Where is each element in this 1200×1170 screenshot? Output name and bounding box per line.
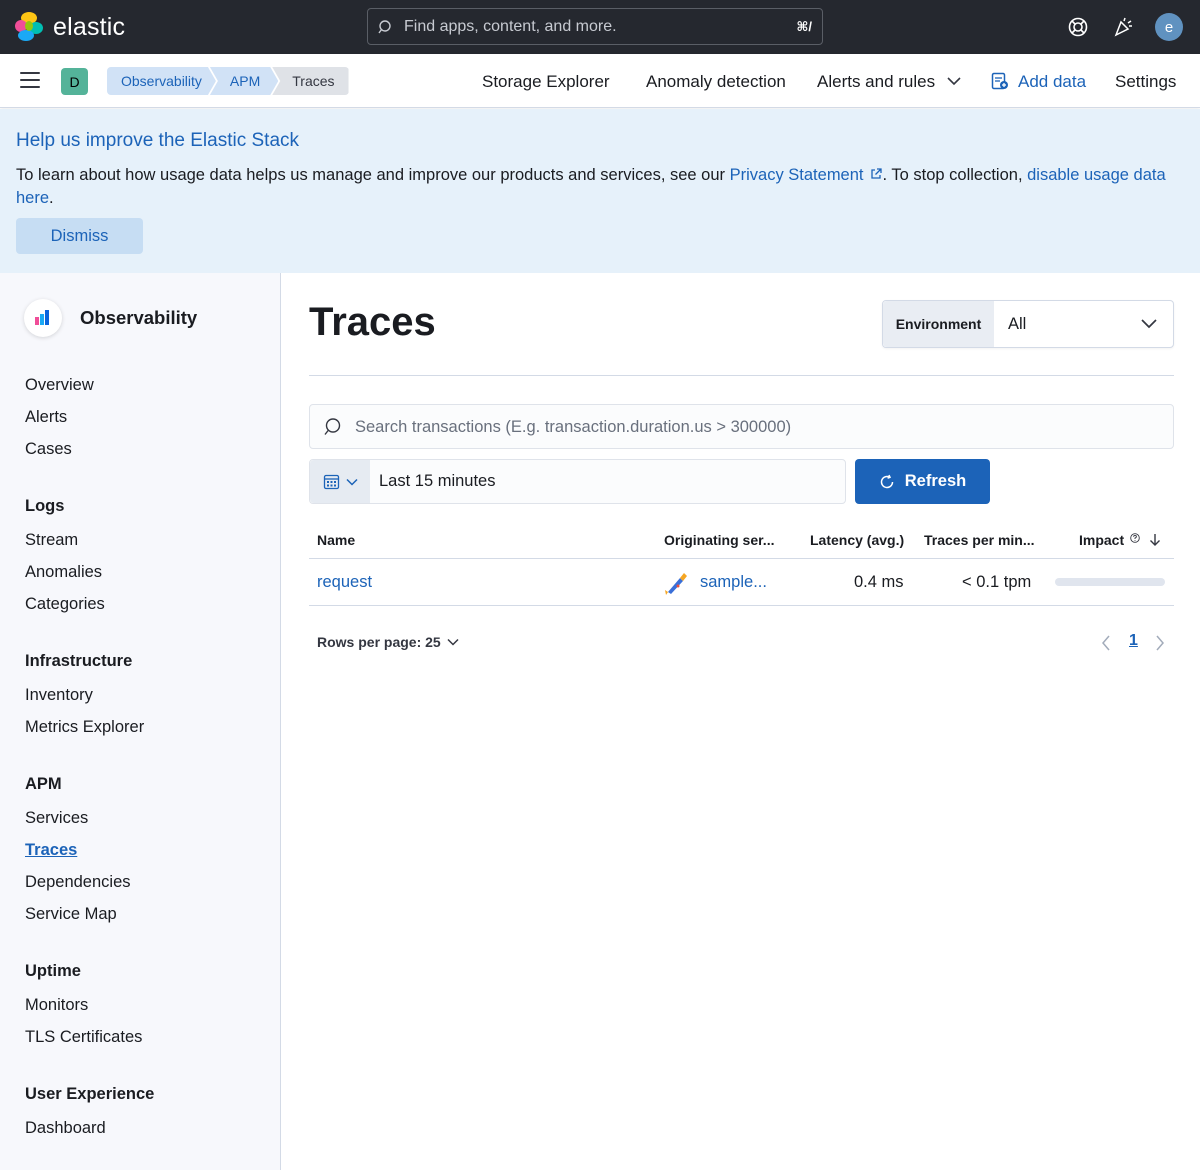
quick-select-button[interactable] — [310, 460, 370, 503]
chevron-down-icon — [345, 478, 358, 486]
elastic-logo-icon — [15, 12, 45, 42]
secondary-nav: D Observability APM Traces Storage Explo… — [0, 54, 1200, 108]
chevron-down-icon[interactable] — [947, 76, 961, 86]
chevron-down-icon — [447, 638, 459, 646]
time-range-value[interactable]: Last 15 minutes — [379, 472, 495, 491]
title-divider — [309, 375, 1174, 376]
external-link-icon — [870, 168, 882, 179]
sidebar-item-dependencies[interactable]: Dependencies — [25, 873, 131, 892]
sidebar-item-inventory[interactable]: Inventory — [25, 686, 93, 705]
date-picker[interactable]: Last 15 minutes — [309, 459, 846, 504]
column-header-traces-per-minute[interactable]: Traces per min... — [924, 532, 1035, 548]
observability-logo-icon — [24, 299, 62, 337]
breadcrumb-observability[interactable]: Observability — [107, 67, 216, 95]
rows-per-page-label: Rows per page: 25 — [317, 634, 441, 650]
refresh-icon — [880, 474, 894, 488]
user-avatar[interactable]: e — [1155, 13, 1183, 41]
breadcrumb-traces: Traces — [272, 67, 349, 95]
sidebar-item-categories[interactable]: Categories — [25, 595, 105, 614]
sidebar-title: Observability — [80, 307, 198, 328]
page-number-current[interactable]: 1 — [1129, 632, 1138, 650]
sidebar-item-monitors[interactable]: Monitors — [25, 996, 88, 1015]
transaction-search-input[interactable]: Search transactions (E.g. transaction.du… — [309, 404, 1174, 449]
sidebar-item-alerts[interactable]: Alerts — [25, 408, 67, 427]
sidebar-item-service-map[interactable]: Service Map — [25, 905, 117, 924]
refresh-button[interactable]: Refresh — [855, 459, 990, 504]
sidebar-item-services[interactable]: Services — [25, 809, 88, 828]
storage-explorer-link[interactable]: Storage Explorer — [482, 72, 610, 92]
refresh-label: Refresh — [904, 472, 967, 490]
transaction-name-link[interactable]: request — [317, 573, 372, 592]
table-row-divider — [309, 605, 1174, 606]
sidebar-section-uptime: Uptime — [25, 962, 81, 980]
sort-descending-icon[interactable] — [1149, 533, 1161, 547]
sidebar-item-anomalies[interactable]: Anomalies — [25, 563, 102, 582]
environment-label: Environment — [883, 301, 994, 347]
sidebar-item-dashboard[interactable]: Dashboard — [25, 1119, 106, 1138]
sidebar-section-user-experience: User Experience — [25, 1085, 155, 1103]
search-icon — [324, 418, 341, 435]
top-header: elastic Find apps, content, and more. ⌘/… — [0, 0, 1200, 54]
impact-bar — [1055, 578, 1165, 586]
help-icon[interactable] — [1065, 14, 1091, 40]
next-page-icon[interactable] — [1155, 635, 1165, 651]
add-data-link[interactable]: Add data — [1018, 72, 1086, 92]
column-header-name[interactable]: Name — [317, 532, 355, 548]
alerts-and-rules-link[interactable]: Alerts and rules — [817, 72, 935, 92]
column-header-originating-service[interactable]: Originating ser... — [664, 532, 774, 548]
table-header-divider — [309, 558, 1174, 559]
telemetry-banner: Help us improve the Elastic Stack To lea… — [0, 109, 1200, 273]
global-search-input[interactable]: Find apps, content, and more. ⌘/ — [367, 8, 823, 45]
settings-link[interactable]: Settings — [1115, 72, 1176, 92]
global-search-placeholder: Find apps, content, and more. — [404, 17, 617, 35]
transaction-search-placeholder: Search transactions (E.g. transaction.du… — [355, 418, 792, 436]
side-navigation: Observability Overview Alerts Cases Logs… — [0, 273, 281, 1170]
previous-page-icon[interactable] — [1101, 635, 1111, 651]
dismiss-button[interactable]: Dismiss — [16, 218, 143, 254]
calendar-icon — [323, 474, 339, 490]
privacy-statement-link[interactable]: Privacy Statement — [730, 166, 864, 184]
elastic-logo[interactable]: elastic — [15, 12, 125, 42]
environment-select[interactable]: Environment All — [882, 300, 1174, 348]
column-header-impact[interactable]: Impact — [1079, 532, 1124, 548]
chevron-down-icon — [1141, 319, 1157, 329]
breadcrumb-apm[interactable]: APM — [210, 67, 278, 95]
latency-value: 0.4 ms — [854, 573, 904, 591]
anomaly-detection-link[interactable]: Anomaly detection — [646, 72, 786, 92]
newsfeed-icon[interactable] — [1110, 14, 1136, 40]
breadcrumb: Observability APM Traces — [107, 67, 349, 95]
sidebar-item-stream[interactable]: Stream — [25, 531, 78, 550]
traces-per-minute-value: < 0.1 tpm — [962, 573, 1032, 591]
page-title: Traces — [309, 300, 436, 344]
sidebar-section-infrastructure: Infrastructure — [25, 652, 133, 670]
space-avatar[interactable]: D — [61, 68, 88, 95]
originating-service-link[interactable]: sample... — [700, 573, 767, 592]
sidebar-section-apm: APM — [25, 775, 62, 793]
sidebar-section-logs: Logs — [25, 497, 65, 515]
add-data-icon — [991, 72, 1008, 90]
sidebar-item-cases[interactable]: Cases — [25, 440, 72, 459]
brand-name: elastic — [53, 12, 126, 41]
banner-text: To learn about how usage data helps us m… — [16, 166, 1166, 207]
menu-toggle-icon[interactable] — [20, 72, 40, 90]
search-icon — [378, 19, 391, 33]
sidebar-item-tls-certificates[interactable]: TLS Certificates — [25, 1028, 142, 1047]
column-header-latency[interactable]: Latency (avg.) — [810, 532, 904, 548]
sidebar-item-overview[interactable]: Overview — [25, 376, 94, 395]
question-icon[interactable] — [1130, 533, 1140, 543]
sidebar-item-metrics-explorer[interactable]: Metrics Explorer — [25, 718, 144, 737]
environment-value: All — [1008, 315, 1027, 333]
banner-title: Help us improve the Elastic Stack — [16, 130, 300, 151]
agent-icon — [665, 573, 687, 595]
sidebar-item-traces[interactable]: Traces — [25, 841, 77, 860]
search-shortcut: ⌘/ — [796, 19, 812, 34]
rows-per-page-button[interactable]: Rows per page: 25 — [317, 634, 459, 650]
